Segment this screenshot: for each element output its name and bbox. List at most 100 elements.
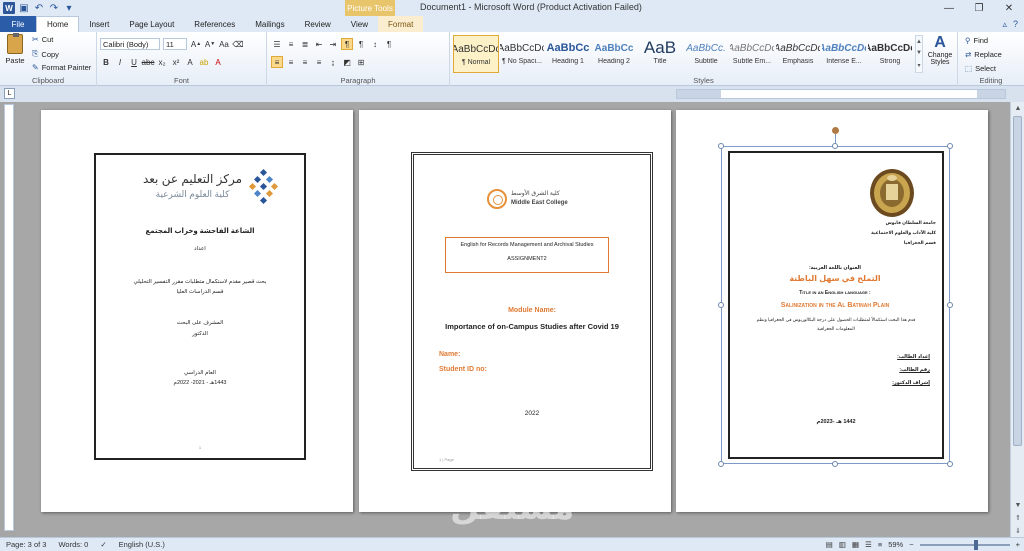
rtl-direction-icon[interactable]: ¶: [355, 38, 367, 50]
align-right-icon[interactable]: ≡: [299, 56, 311, 68]
vertical-scrollbar[interactable]: ▲ ▼ ⇑ ⇓: [1010, 102, 1024, 537]
gallery-more-icon[interactable]: ▾: [917, 62, 920, 69]
help-icon[interactable]: ?: [1013, 19, 1018, 29]
gallery-down-icon[interactable]: ▼: [916, 50, 922, 56]
grow-font-icon[interactable]: A ▲: [190, 38, 202, 50]
full-screen-reading-icon[interactable]: ▥: [839, 540, 846, 549]
shrink-font-icon[interactable]: A ▼: [204, 38, 216, 50]
outline-icon[interactable]: ☰: [865, 540, 872, 549]
tab-view[interactable]: View: [341, 16, 378, 32]
prev-page-icon[interactable]: ⇑: [1011, 512, 1024, 524]
paste-button[interactable]: Paste: [4, 33, 26, 74]
scrollbar-thumb[interactable]: [1013, 116, 1022, 446]
page-count[interactable]: Page: 3 of 3: [0, 540, 52, 549]
style-heading-2[interactable]: AaBbCc Heading 2: [591, 35, 637, 73]
underline-icon[interactable]: U: [128, 56, 140, 68]
resize-handle-left[interactable]: [718, 302, 724, 308]
customize-qat-icon[interactable]: ▾: [63, 2, 75, 14]
cut-button[interactable]: ✂ Cut: [32, 35, 53, 44]
web-layout-icon[interactable]: ▦: [852, 540, 859, 549]
shading-icon[interactable]: ◩: [341, 56, 353, 68]
font-size-select[interactable]: 11: [163, 38, 187, 50]
restore-button[interactable]: ❐: [964, 0, 994, 16]
change-styles-button[interactable]: A Change Styles: [925, 34, 955, 76]
zoom-slider[interactable]: [919, 539, 1010, 550]
numbering-icon[interactable]: ≡: [285, 38, 297, 50]
copy-button[interactable]: ⎘ Copy: [32, 49, 59, 59]
resize-handle-top-left[interactable]: [718, 143, 724, 149]
word-app-icon[interactable]: W: [3, 2, 15, 14]
minimize-button[interactable]: —: [934, 0, 964, 16]
undo-icon[interactable]: ↶: [33, 2, 45, 14]
scroll-up-icon[interactable]: ▲: [1011, 102, 1024, 114]
styles-gallery-scroll[interactable]: ▲ ▼ ▾: [915, 35, 923, 73]
decrease-indent-icon[interactable]: ⇤: [313, 38, 325, 50]
select-button[interactable]: ⬚ Select: [965, 64, 996, 73]
tab-page-layout[interactable]: Page Layout: [119, 16, 184, 32]
italic-icon[interactable]: I: [114, 56, 126, 68]
text-effects-icon[interactable]: A: [184, 56, 196, 68]
resize-handle-bottom-left[interactable]: [718, 461, 724, 467]
style-title[interactable]: AaB Title: [637, 35, 683, 73]
ltr-direction-icon[interactable]: ¶: [341, 38, 353, 50]
draft-icon[interactable]: ≡: [878, 540, 882, 549]
bullets-icon[interactable]: ☰: [271, 38, 283, 50]
bold-icon[interactable]: B: [100, 56, 112, 68]
tab-mailings[interactable]: Mailings: [245, 16, 294, 32]
tab-review[interactable]: Review: [295, 16, 341, 32]
zoom-in-icon[interactable]: +: [1016, 540, 1020, 549]
style-no-spacing[interactable]: AaBbCcDc ¶ No Spaci...: [499, 35, 545, 73]
tab-selector-icon[interactable]: L: [4, 88, 15, 99]
justify-icon[interactable]: ≡: [313, 56, 325, 68]
format-painter-button[interactable]: ✎ Format Painter: [32, 63, 91, 72]
strikethrough-icon[interactable]: abc: [142, 56, 155, 68]
word-count[interactable]: Words: 0: [52, 540, 94, 549]
picture-selection-frame[interactable]: [721, 146, 950, 464]
style-heading-1[interactable]: AaBbCc Heading 1: [545, 35, 591, 73]
tab-home[interactable]: Home: [36, 16, 80, 32]
minimize-ribbon-icon[interactable]: ▵: [1002, 19, 1007, 30]
sort-icon[interactable]: ↕: [369, 38, 381, 50]
subscript-icon[interactable]: x₂: [156, 56, 168, 68]
scroll-down-icon[interactable]: ▼: [1011, 499, 1024, 511]
gallery-up-icon[interactable]: ▲: [916, 39, 922, 45]
zoom-level[interactable]: 59%: [888, 540, 903, 549]
multilevel-list-icon[interactable]: ≣: [299, 38, 311, 50]
resize-handle-top[interactable]: [832, 143, 838, 149]
increase-indent-icon[interactable]: ⇥: [327, 38, 339, 50]
rotation-handle[interactable]: [832, 127, 839, 134]
resize-handle-right[interactable]: [947, 302, 953, 308]
replace-button[interactable]: ⇄ Replace: [965, 50, 1002, 59]
tab-format[interactable]: Format: [378, 16, 424, 32]
font-color-icon[interactable]: A: [212, 56, 224, 68]
highlight-icon[interactable]: ab: [198, 56, 210, 68]
style-normal[interactable]: AaBbCcDc ¶ Normal: [453, 35, 499, 73]
align-center-icon[interactable]: ≡: [285, 56, 297, 68]
language-indicator[interactable]: English (U.S.): [113, 540, 171, 549]
zoom-slider-knob[interactable]: [973, 539, 978, 550]
proofing-icon[interactable]: ✓: [94, 540, 112, 549]
line-spacing-icon[interactable]: ↨: [327, 56, 339, 68]
style-strong[interactable]: AaBbCcDc Strong: [867, 35, 913, 73]
tab-file[interactable]: File: [0, 16, 36, 32]
next-page-icon[interactable]: ⇓: [1011, 525, 1024, 537]
resize-handle-top-right[interactable]: [947, 143, 953, 149]
font-name-select[interactable]: Calibri (Body): [100, 38, 160, 50]
close-button[interactable]: ✕: [994, 0, 1024, 16]
tab-insert[interactable]: Insert: [79, 16, 119, 32]
style-emphasis[interactable]: AaBbCcDc Emphasis: [775, 35, 821, 73]
borders-icon[interactable]: ⊞: [355, 56, 367, 68]
show-marks-icon[interactable]: ¶: [383, 38, 395, 50]
find-button[interactable]: ⚲ Find: [965, 36, 988, 45]
style-subtle-emphasis[interactable]: AaBbCcDc Subtle Em...: [729, 35, 775, 73]
clear-formatting-icon[interactable]: ⌫: [232, 38, 244, 50]
print-layout-icon[interactable]: ▤: [826, 540, 833, 549]
redo-icon[interactable]: ↷: [48, 2, 60, 14]
resize-handle-bottom[interactable]: [832, 461, 838, 467]
align-left-icon[interactable]: ≡: [271, 56, 283, 68]
change-case-icon[interactable]: Aa: [218, 38, 230, 50]
horizontal-ruler[interactable]: [676, 89, 1006, 99]
tab-references[interactable]: References: [184, 16, 245, 32]
save-icon[interactable]: ▣: [18, 2, 30, 14]
zoom-out-icon[interactable]: −: [909, 540, 913, 549]
